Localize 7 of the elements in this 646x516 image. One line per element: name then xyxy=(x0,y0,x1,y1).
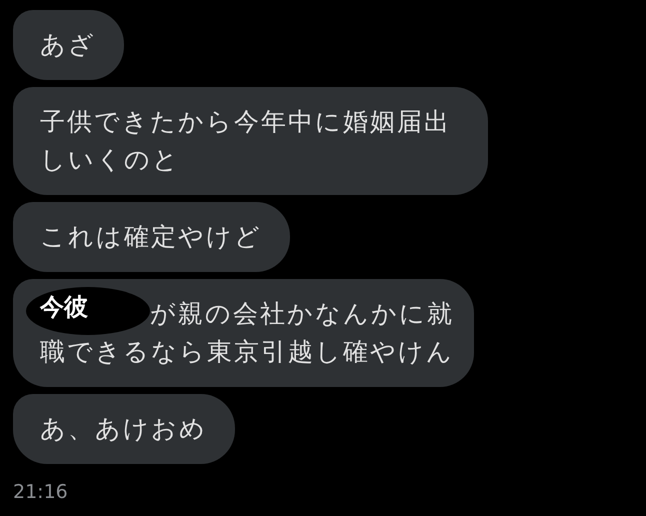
message-bubble: あざ xyxy=(13,10,124,80)
redaction-label: 今彼 xyxy=(26,287,150,335)
message-bubble: 子供できたから今年中に婚姻届出しいくのと xyxy=(13,87,488,195)
message-time: 21:16 xyxy=(13,481,68,503)
message-bubble: あ、あけおめ xyxy=(13,394,235,464)
message-bubble: これは確定やけど xyxy=(13,202,290,272)
message-text: が親の会社かなんかに就 xyxy=(150,298,454,330)
